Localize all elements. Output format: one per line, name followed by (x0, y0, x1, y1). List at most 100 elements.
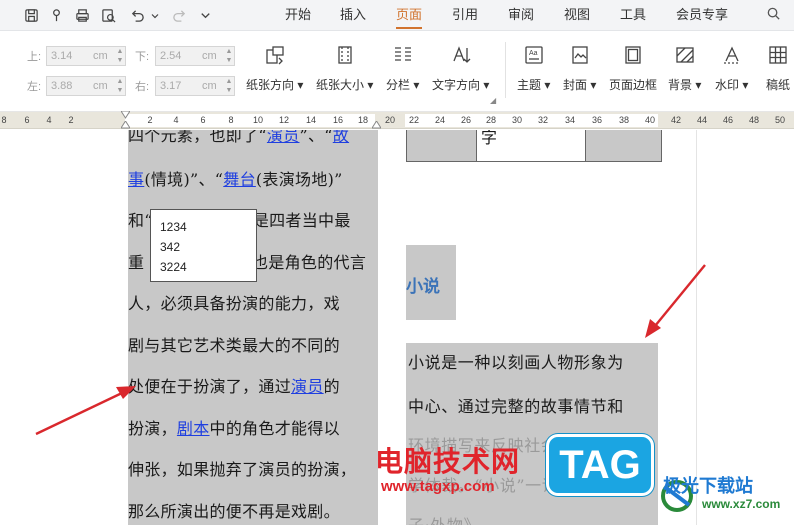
jg-watermark-url: www.xz7.com (702, 497, 781, 511)
ruler-tick-label: 48 (748, 115, 760, 125)
body-text-line[interactable]: 事(情境)”、“舞台(表演场地)” (128, 166, 378, 194)
ruler-tick-label: 38 (618, 115, 630, 125)
text-box[interactable]: 1234 342 3224 (150, 209, 257, 282)
body-text-line[interactable]: 剧与其它艺术类最大的不同的 (128, 332, 378, 360)
text-run: ”是四者当中最 (244, 211, 351, 230)
print-icon[interactable] (73, 6, 91, 24)
text-direction-icon (448, 42, 474, 68)
format-painter-icon[interactable] (47, 6, 65, 24)
margin-top-field[interactable]: 3.14 cm ▲ ▼ (46, 46, 126, 66)
page-border-button[interactable]: 页面边框 (609, 42, 657, 100)
tab-references[interactable]: 引用 (452, 6, 478, 26)
spinner-icon[interactable]: ▲ ▼ (115, 77, 125, 95)
dialog-launcher-icon[interactable]: ◢ (490, 96, 496, 105)
print-preview-icon[interactable] (99, 6, 117, 24)
ruler-tick-label: 46 (722, 115, 734, 125)
ruler-tick-label: 28 (485, 115, 497, 125)
tab-home[interactable]: 开始 (285, 6, 311, 26)
site-watermark-text: 电脑技术网 (375, 446, 521, 477)
spinner-icon[interactable]: ▲ ▼ (115, 47, 125, 65)
text-run: 那么所演出的便不再是戏剧。 (128, 502, 340, 521)
watermark-icon (719, 42, 745, 68)
hyperlink[interactable]: 演员 (291, 377, 324, 396)
body-text-line[interactable]: 中心、通过完整的故事情节和 (408, 393, 660, 421)
undo-icon[interactable] (128, 6, 146, 24)
more-icon[interactable] (196, 6, 214, 24)
page-left-margin (0, 130, 128, 525)
ruler-tick-label: 6 (24, 115, 30, 125)
body-text-line[interactable]: 扮演，剧本中的角色才能得以 (128, 415, 378, 443)
tab-member[interactable]: 会员专享 (676, 6, 728, 26)
columns-button[interactable]: 分栏 ▾ (386, 42, 419, 100)
text-run: 的 (323, 377, 340, 396)
ruler-tick-label: 2 (147, 115, 153, 125)
redo-icon[interactable] (170, 6, 188, 24)
watermark-button[interactable]: 水印 ▾ (715, 42, 748, 100)
text-run: 中的角色才能得以 (209, 419, 340, 438)
text-box-line: 342 (160, 240, 181, 254)
ruler-tick-label: 50 (774, 115, 786, 125)
draft-paper-button[interactable]: 稿纸 (765, 42, 791, 100)
margin-bottom-field[interactable]: 2.54 cm ▲ ▼ (155, 46, 235, 66)
spinner-icon[interactable]: ▲ ▼ (224, 77, 234, 95)
first-line-indent-marker[interactable] (121, 111, 130, 119)
text-run: 人，必须具备扮演的能力，戏 (128, 294, 340, 313)
ribbon-toolbar: 上: 3.14 cm ▲ ▼ 下: 2.54 cm ▲ ▼ 左: 3.88 cm ▲… (0, 32, 794, 112)
theme-icon: Aa (521, 42, 547, 68)
body-text-line[interactable]: 处便在于扮演了，通过演员的 (128, 373, 378, 401)
ruler-tick-label: 2 (68, 115, 74, 125)
table-fragment[interactable]: 字 (406, 130, 662, 162)
ruler-tick-label: 8 (228, 115, 234, 125)
body-text-line[interactable]: 那么所演出的便不再是戏剧。 (128, 498, 378, 525)
hyperlink[interactable]: 演员 (267, 130, 300, 145)
orientation-button[interactable]: 纸张方向 ▾ (246, 42, 303, 100)
body-text-line[interactable]: 小说是一种以刻画人物形象为 (408, 349, 660, 377)
ribbon-divider (505, 42, 506, 98)
tab-page[interactable]: 页面 (396, 6, 422, 26)
ruler-tick-label: 18 (357, 115, 369, 125)
body-text-line[interactable]: 人，必须具备扮演的能力，戏 (128, 290, 378, 318)
jg-watermark-text: 极光下载站 (663, 476, 753, 496)
horizontal-ruler[interactable]: 8 6 4 2 2 4 6 8 10 12 14 16 18 20 22 24 26 28 30 32 34 36 38 40… (0, 111, 794, 129)
margin-right-field[interactable]: 3.17 cm ▲ ▼ (155, 76, 235, 96)
search-icon[interactable] (766, 6, 784, 24)
active-tab-indicator (396, 27, 422, 29)
cover-button[interactable]: 封面 ▾ (563, 42, 596, 100)
tab-tools[interactable]: 工具 (620, 6, 646, 26)
menu-bar: 开始 插入 页面 引用 审阅 视图 工具 会员专享 (0, 0, 794, 31)
ruler-tick-label: 12 (278, 115, 290, 125)
tab-review[interactable]: 审阅 (508, 6, 534, 26)
document-column-1[interactable]: 四个元素，也即了“演员”、“故 事(情境)”、“舞台(表演场地)” 和“ ”是四者当… (128, 130, 378, 525)
spinner-icon[interactable]: ▲ ▼ (224, 47, 234, 65)
hyperlink[interactable]: 舞台 (223, 170, 256, 189)
background-button[interactable]: 背景 ▾ (668, 42, 701, 100)
text-box-line: 3224 (160, 260, 187, 274)
tab-view[interactable]: 视图 (564, 6, 590, 26)
tab-insert[interactable]: 插入 (340, 6, 366, 26)
ruler-tick-label: 4 (46, 115, 52, 125)
body-text-line[interactable]: 子·外物》 (408, 512, 660, 525)
left-indent-marker[interactable] (121, 121, 130, 129)
undo-dropdown-icon[interactable] (150, 6, 160, 24)
ruler-tick-label: 8 (1, 115, 7, 125)
margin-left-field[interactable]: 3.88 cm ▲ ▼ (46, 76, 126, 96)
site-watermark-url: www.tagxp.com (381, 478, 495, 495)
save-icon[interactable] (22, 6, 40, 24)
text-direction-button[interactable]: 文字方向 ▾ (432, 42, 489, 100)
body-text-line[interactable]: 四个元素，也即了“演员”、“故 (128, 130, 378, 150)
hyperlink[interactable]: 剧本 (177, 419, 210, 438)
text-run: 剧与其它艺术类最大的不同的 (128, 336, 340, 355)
theme-button[interactable]: Aa 主题 ▾ (517, 42, 550, 100)
tag-logo: TAG (546, 434, 654, 496)
hyperlink[interactable]: 事 (128, 170, 144, 189)
paper-size-button[interactable]: 纸张大小 ▾ (316, 42, 373, 100)
text-run: 伸张，如果抛弃了演员的扮演， (128, 460, 357, 479)
text-run: 也是角色的代言 (252, 253, 367, 272)
section-heading[interactable]: 小说 (406, 272, 440, 297)
text-box-line: 1234 (160, 220, 187, 234)
ruler-tick-label: 32 (537, 115, 549, 125)
right-indent-marker[interactable] (372, 121, 381, 129)
hyperlink[interactable]: 故 (333, 130, 349, 145)
body-text-line[interactable]: 伸张，如果抛弃了演员的扮演， (128, 456, 378, 484)
paper-size-icon (332, 42, 358, 68)
